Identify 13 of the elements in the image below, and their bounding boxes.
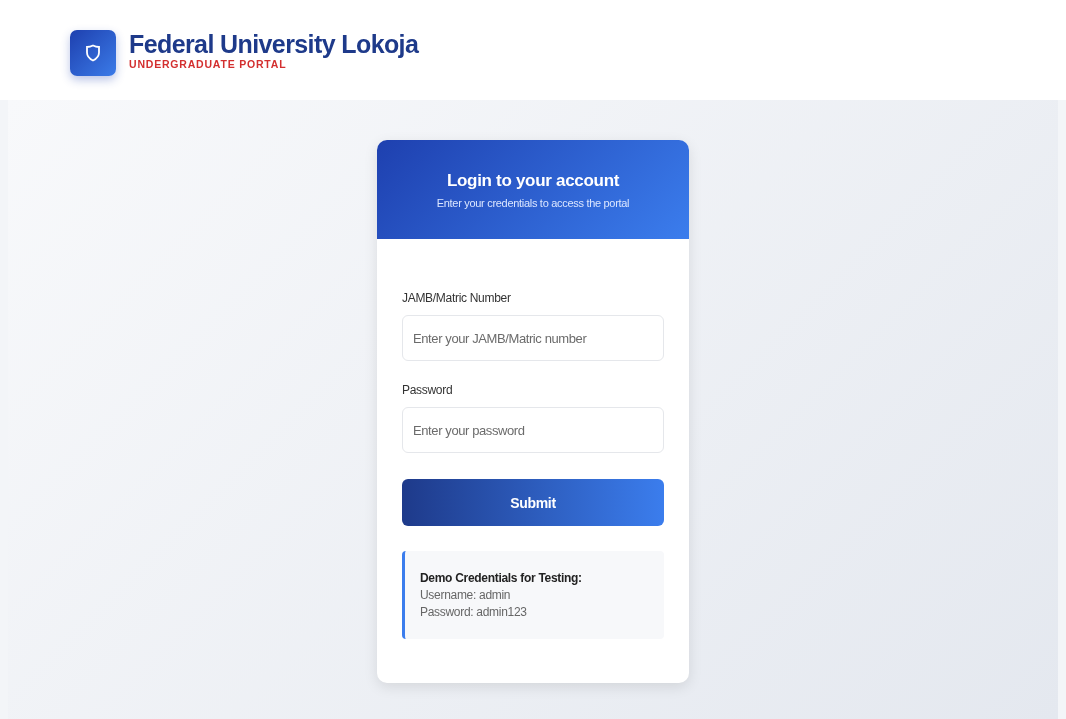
university-name: Federal University Lokoja — [129, 30, 419, 58]
login-subtitle: Enter your credentials to access the portal — [436, 196, 630, 209]
shield-icon — [85, 44, 101, 62]
matric-number-field[interactable]: Enter your JAMB/Matric number — [402, 315, 664, 361]
credential-line: Username: admin — [420, 588, 512, 602]
login-title: Login to your account — [446, 170, 620, 191]
credential-line: Password: admin123 — [420, 605, 528, 619]
field-label: Password — [402, 383, 454, 397]
portal-subtitle: UNDERGRADUATE PORTAL — [129, 58, 288, 70]
submit-button[interactable]: Submit — [402, 479, 664, 526]
demo-title: Demo Credentials for Testing: — [420, 571, 583, 585]
field-label: JAMB/Matric Number — [402, 291, 512, 305]
password-field[interactable]: Enter your password — [402, 407, 664, 453]
